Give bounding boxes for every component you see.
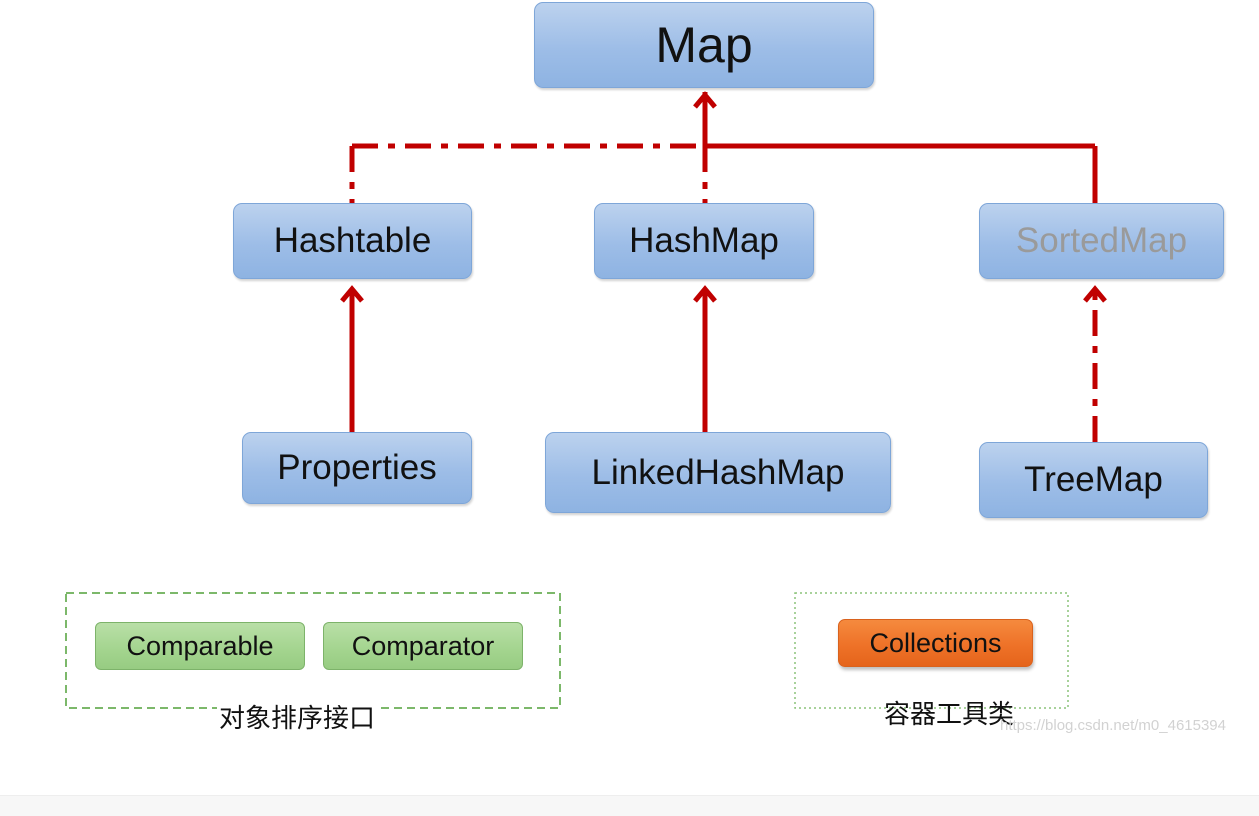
node-linkedhashmap: LinkedHashMap (545, 432, 891, 513)
node-properties: Properties (242, 432, 472, 504)
watermark-text: https://blog.csdn.net/m0_4615394 (1000, 717, 1226, 734)
node-hashtable: Hashtable (233, 203, 472, 279)
tools-group-caption: 容器工具类 (884, 700, 1015, 730)
inheritance-diagram (65, 91, 1107, 709)
sorting-group-caption: 对象排序接口 (217, 698, 378, 735)
node-treemap: TreeMap (979, 442, 1208, 518)
node-map: Map (534, 2, 874, 88)
node-sortedmap: SortedMap (979, 203, 1224, 279)
collections-box: Collections (838, 619, 1033, 667)
page-footer-band (0, 795, 1259, 816)
comparator-box: Comparator (323, 622, 523, 670)
node-hashmap: HashMap (594, 203, 814, 279)
comparable-box: Comparable (95, 622, 305, 670)
